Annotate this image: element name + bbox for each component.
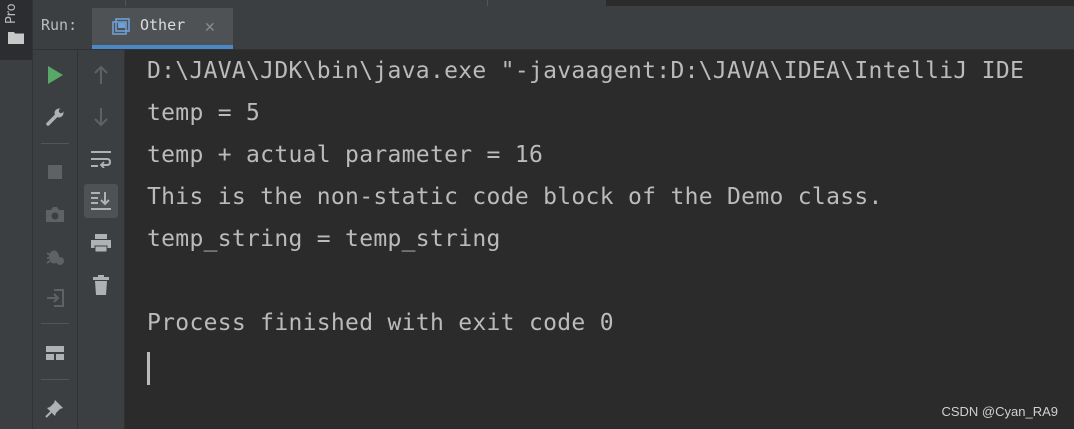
down-arrow-icon[interactable]: [85, 101, 117, 133]
camera-icon[interactable]: [39, 198, 71, 230]
editor-edge: [606, 0, 1074, 6]
console-line: This is the non-static code block of the…: [147, 184, 883, 210]
divider: [487, 0, 488, 6]
console-line: temp = 5: [147, 100, 261, 126]
folder-icon: [8, 32, 24, 44]
run-panel-header: Run: Other ✕: [33, 0, 1074, 50]
divider: [41, 379, 69, 380]
trash-icon[interactable]: [85, 269, 117, 301]
wrench-icon[interactable]: [39, 101, 71, 133]
active-tab-indicator: [92, 45, 233, 49]
run-config-icon: [112, 18, 130, 35]
divider: [125, 0, 126, 6]
divider: [41, 323, 69, 324]
run-toolbar-left: [33, 50, 78, 429]
console-line: D:\JAVA\JDK\bin\java.exe "-javaagent:D:\…: [147, 58, 1025, 84]
divider: [41, 143, 69, 144]
run-toolbar-right: [78, 50, 125, 429]
print-icon[interactable]: [85, 227, 117, 259]
console-line: Process finished with exit code 0: [147, 310, 614, 336]
project-tool-strip: Pro: [0, 0, 33, 429]
up-arrow-icon[interactable]: [85, 59, 117, 91]
console-line: temp + actual parameter = 16: [147, 142, 544, 168]
console-line: temp_string = temp_string: [147, 226, 501, 252]
project-tool-tab[interactable]: Pro: [0, 0, 32, 60]
close-icon[interactable]: ✕: [204, 20, 216, 36]
soft-wrap-icon[interactable]: [85, 143, 117, 175]
exit-icon[interactable]: [39, 282, 71, 314]
debug-icon[interactable]: [39, 240, 71, 272]
tab-label: Other: [140, 16, 186, 34]
rerun-icon[interactable]: [39, 59, 71, 91]
run-label: Run:: [41, 16, 78, 34]
project-tab-label: Pro: [4, 3, 19, 24]
watermark: CSDN @Cyan_RA9: [941, 404, 1058, 419]
layout-icon[interactable]: [39, 337, 71, 369]
tab-other[interactable]: Other ✕: [92, 8, 233, 49]
pin-icon[interactable]: [39, 392, 71, 424]
stop-icon[interactable]: [39, 156, 71, 188]
text-cursor: [147, 352, 150, 385]
console-output[interactable]: D:\JAVA\JDK\bin\java.exe "-javaagent:D:\…: [125, 50, 1074, 429]
scroll-to-end-icon[interactable]: [84, 184, 118, 218]
